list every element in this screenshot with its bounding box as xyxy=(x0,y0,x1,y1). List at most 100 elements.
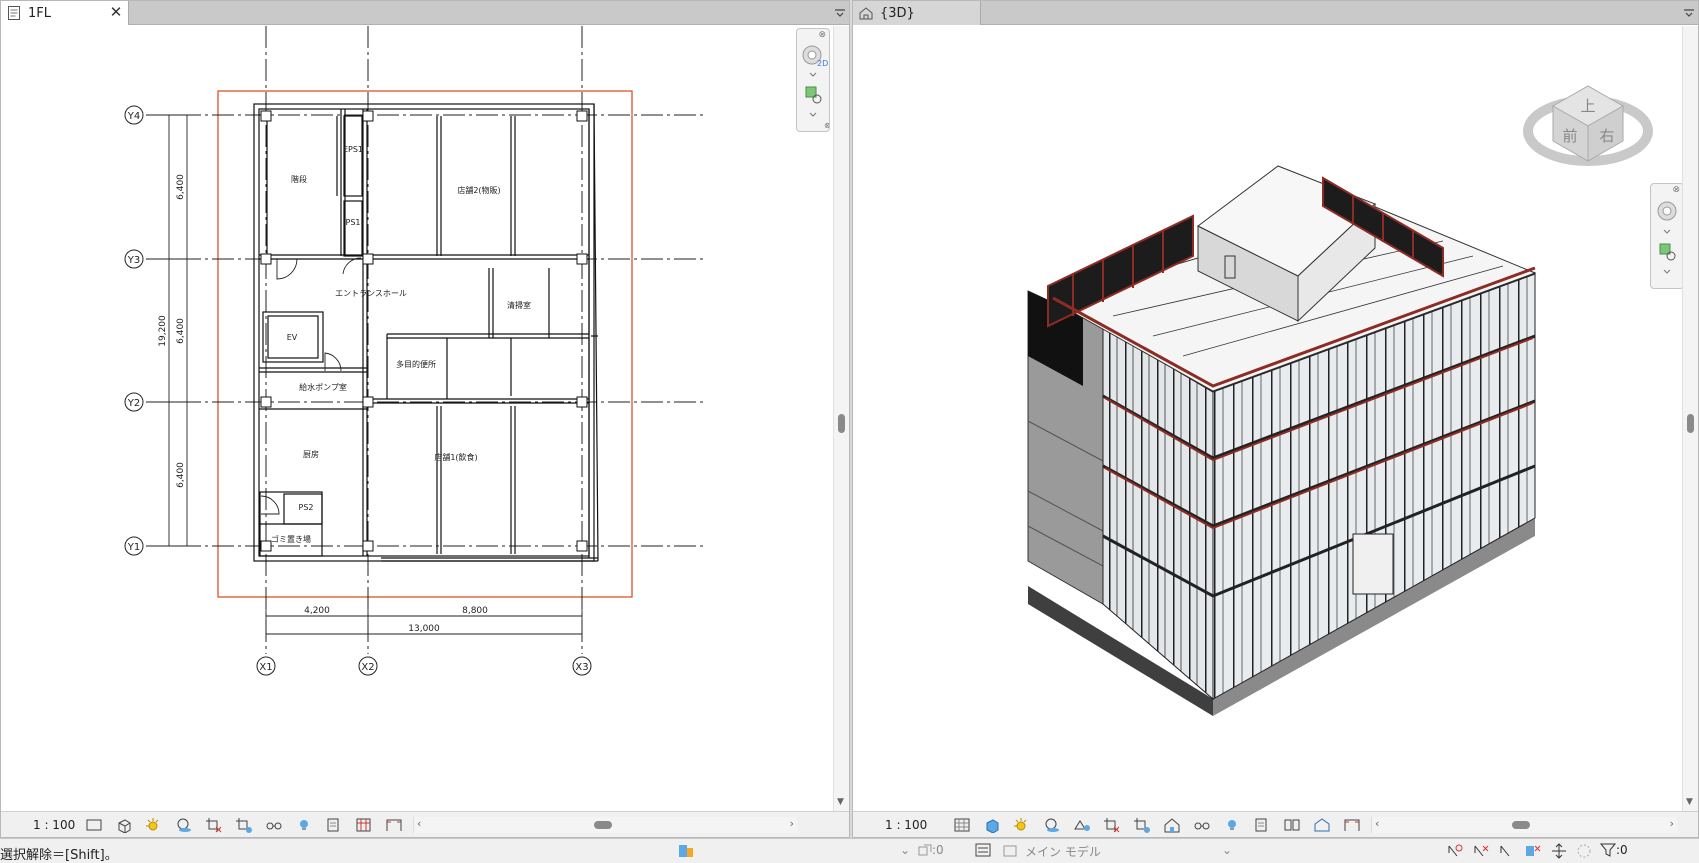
grid-bubbles-x xyxy=(256,656,592,676)
zoom-icon[interactable] xyxy=(1659,243,1676,261)
status-bar: 選択解除＝[Shift]。 ⌄ :0 メイン モデル ⌄ :0 xyxy=(0,838,1699,863)
vertical-scrollbar[interactable]: ▼ xyxy=(1682,26,1698,811)
view-tab-bar: 1FL ✕ xyxy=(1,1,849,25)
unlocked-3d-view-icon[interactable] xyxy=(1161,815,1183,835)
viewcube-top-label: 上 xyxy=(1580,97,1595,115)
sun-path-icon[interactable] xyxy=(143,815,165,835)
temp-view-props-icon[interactable] xyxy=(323,815,345,835)
constraints-icon[interactable] xyxy=(1341,815,1363,835)
shadows-icon[interactable] xyxy=(173,815,195,835)
visual-style-icon[interactable] xyxy=(981,815,1003,835)
grid-label-x1: X1 xyxy=(259,662,272,673)
filter-indicator[interactable]: :0 xyxy=(1600,843,1628,857)
grid-label-x2: X2 xyxy=(361,662,374,673)
scroll-thumb[interactable] xyxy=(594,820,612,829)
close-icon[interactable]: ⊗ xyxy=(818,30,826,40)
model-dropdown-icon[interactable]: ⌄ xyxy=(1222,843,1232,857)
main-model-selector[interactable]: メイン モデル xyxy=(1003,843,1101,860)
viewcube[interactable]: 上 前 右 xyxy=(1523,71,1653,181)
worksharing-icon[interactable] xyxy=(678,843,696,859)
worksharing-display-icon[interactable] xyxy=(1281,815,1303,835)
scroll-thumb[interactable] xyxy=(1687,414,1694,433)
editable-only-icon[interactable] xyxy=(975,843,991,857)
reveal-hidden-icon[interactable] xyxy=(1221,815,1243,835)
select-underlay-icon[interactable] xyxy=(1472,843,1490,859)
horizontal-scrollbar[interactable]: ‹ › xyxy=(1371,816,1677,833)
status-message: 選択解除＝[Shift]。 xyxy=(0,848,118,863)
dim-y-1: 6,400 xyxy=(176,174,186,200)
svg-text:⊗: ⊗ xyxy=(824,121,829,129)
shadows-icon[interactable] xyxy=(1041,815,1063,835)
room-entrance-hall: エントランスホール xyxy=(335,289,407,298)
scroll-thumb[interactable] xyxy=(1512,820,1530,829)
svg-text:2D: 2D xyxy=(817,59,828,68)
analytical-model-icon[interactable] xyxy=(353,815,375,835)
nav-tools xyxy=(1657,201,1677,274)
scroll-right-icon[interactable]: › xyxy=(1670,817,1674,830)
select-by-face-icon[interactable] xyxy=(1524,843,1542,859)
close-icon[interactable]: ⊗ xyxy=(1672,185,1680,195)
crop-view-icon[interactable] xyxy=(1101,815,1123,835)
show-crop-region-icon[interactable] xyxy=(233,815,255,835)
scroll-left-icon[interactable]: ‹ xyxy=(417,817,421,830)
crop-view-icon[interactable] xyxy=(203,815,225,835)
temporary-hide-icon[interactable] xyxy=(1191,815,1213,835)
detail-level-icon[interactable] xyxy=(951,815,973,835)
select-pinned-icon[interactable] xyxy=(1498,843,1516,859)
3d-canvas[interactable]: 上 前 右 ⊗ xyxy=(853,26,1682,811)
background-process-icon[interactable] xyxy=(1576,843,1592,859)
plan-canvas[interactable]: Y4 Y3 Y2 Y1 X1 X2 X3 6,400 6,400 6,400 1… xyxy=(1,26,833,811)
tab-menu-icon[interactable] xyxy=(1683,7,1695,19)
room-kitchen: 厨房 xyxy=(303,449,319,459)
horizontal-scrollbar[interactable]: ‹ › xyxy=(413,816,797,833)
analytical-model-icon[interactable] xyxy=(1311,815,1333,835)
scroll-down-icon[interactable]: ▼ xyxy=(1686,797,1693,807)
temp-view-props-icon[interactable] xyxy=(1251,815,1273,835)
sun-path-icon[interactable] xyxy=(1011,815,1033,835)
view-tab-bar: {3D} xyxy=(853,1,1698,25)
grid-lines-x xyxy=(265,26,583,654)
view-tab-3d[interactable]: {3D} xyxy=(853,1,981,25)
vertical-scrollbar[interactable]: ▼ xyxy=(833,26,849,811)
crop-region[interactable] xyxy=(217,90,633,598)
close-icon[interactable]: ✕ xyxy=(108,4,124,20)
show-crop-region-icon[interactable] xyxy=(1131,815,1153,835)
scroll-right-icon[interactable]: › xyxy=(790,817,794,830)
grid-lines-y xyxy=(146,114,704,547)
drag-on-selection-icon[interactable] xyxy=(1550,843,1568,859)
render-icon[interactable] xyxy=(1071,815,1093,835)
room-shop2: 店舗2(物販) xyxy=(457,185,500,195)
dim-y-total: 19,200 xyxy=(158,315,168,347)
scroll-left-icon[interactable]: ‹ xyxy=(1375,817,1379,830)
workset-dropdown-icon[interactable]: ⌄ xyxy=(900,843,910,857)
main-model-label: メイン モデル xyxy=(1025,845,1101,859)
steering-wheel-icon[interactable] xyxy=(1657,201,1677,221)
room-ev: EV xyxy=(287,333,298,342)
filter-count: :0 xyxy=(1616,843,1628,857)
room-labels: 階段 EPS1 PS1 店舗2(物販) エントランスホール 清掃室 EV 多目的… xyxy=(271,145,531,544)
constraints-icon[interactable] xyxy=(383,815,405,835)
room-ps1: PS1 xyxy=(346,218,361,227)
view-tab-1fl[interactable]: 1FL ✕ xyxy=(1,1,129,25)
detail-level-icon[interactable] xyxy=(83,815,105,835)
tab-menu-icon[interactable] xyxy=(834,7,846,19)
room-stairs: 階段 xyxy=(291,174,307,184)
room-eps1: EPS1 xyxy=(343,145,363,154)
visual-style-icon[interactable] xyxy=(113,815,135,835)
temporary-hide-icon[interactable] xyxy=(263,815,285,835)
viewcube-front-label: 前 xyxy=(1562,127,1577,145)
reveal-hidden-icon[interactable] xyxy=(293,815,315,835)
zoom-icon[interactable] xyxy=(805,86,822,104)
design-options-indicator[interactable]: :0 xyxy=(918,843,944,857)
viewcube-right-label: 右 xyxy=(1599,127,1614,145)
select-links-icon[interactable] xyxy=(1446,843,1464,859)
dimension-labels-vertical: 6,400 6,400 6,400 19,200 xyxy=(158,174,186,488)
scroll-down-icon[interactable]: ▼ xyxy=(837,797,844,807)
scroll-thumb[interactable] xyxy=(838,414,845,433)
3d-view: {3D} 上 前 右 ⊗ ▼ 1: 100 ‹ › xyxy=(852,0,1699,838)
steering-wheel-2d-icon[interactable]: 2D xyxy=(802,45,828,68)
grid-bubbles-y xyxy=(124,105,144,556)
view-scale[interactable]: 1 : 100 xyxy=(1,818,83,832)
house-3d-icon xyxy=(859,7,873,20)
view-scale[interactable]: 1 : 100 xyxy=(853,818,951,832)
